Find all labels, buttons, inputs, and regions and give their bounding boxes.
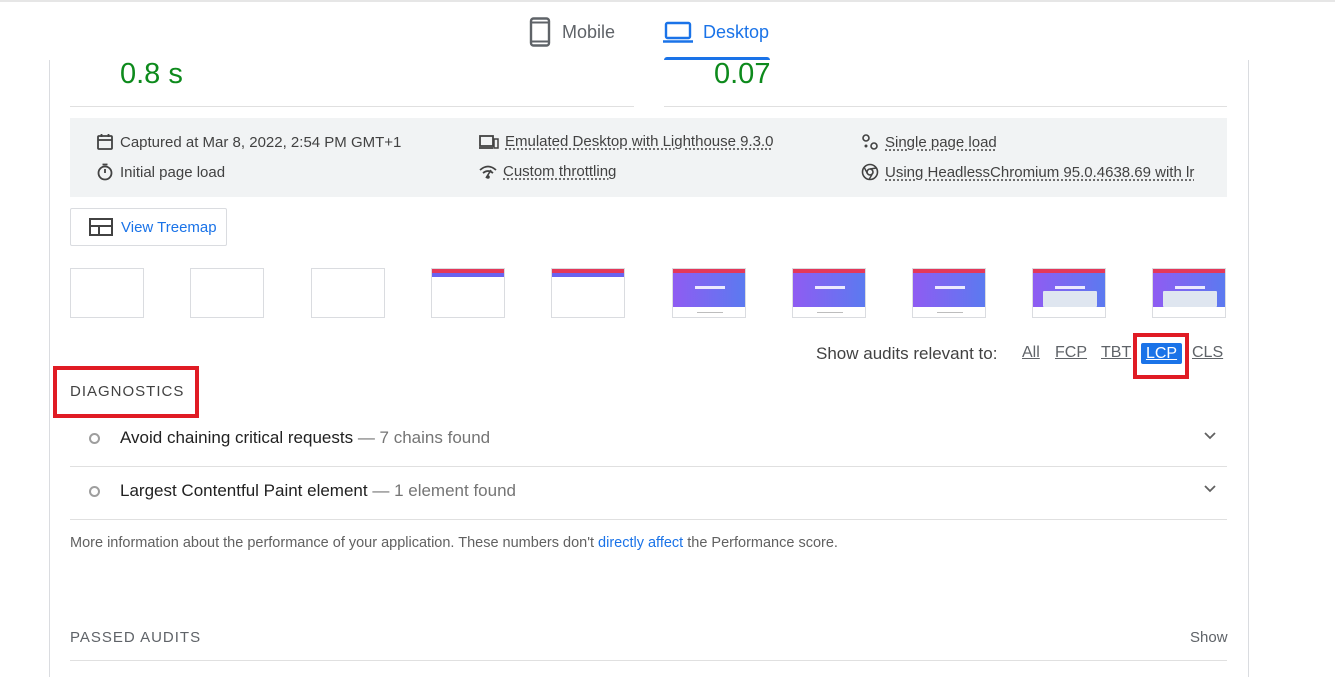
browser-version[interactable]: Using HeadlessChromium 95.0.4638.69 with… <box>861 163 1196 181</box>
directly-affect-link[interactable]: directly affect <box>598 535 683 551</box>
chevron-down-icon <box>1204 485 1216 493</box>
informative-circle-icon <box>89 486 100 497</box>
filmstrip-frame <box>70 268 144 318</box>
tab-desktop[interactable]: Desktop <box>663 16 769 48</box>
runtime-settings: Captured at Mar 8, 2022, 2:54 PM GMT+1 I… <box>70 118 1227 197</box>
filmstrip-frame <box>672 268 746 318</box>
filmstrip-frame <box>912 268 986 318</box>
audit-largest-contentful-paint-element[interactable]: Largest Contentful Paint element — 1 ele… <box>70 467 1227 519</box>
emulated-device[interactable]: Emulated Desktop with Lighthouse 9.3.0 <box>479 133 774 150</box>
report-right-edge <box>1248 60 1249 677</box>
captured-at: Captured at Mar 8, 2022, 2:54 PM GMT+1 <box>96 133 401 151</box>
chevron-down-icon <box>1204 432 1216 440</box>
audit-title-text: Largest Contentful Paint element <box>120 481 368 500</box>
filter-fcp[interactable]: FCP <box>1055 344 1087 362</box>
treemap-icon <box>89 218 113 236</box>
filmstrip-frame <box>551 268 625 318</box>
audit-title: Largest Contentful Paint element — 1 ele… <box>120 481 516 501</box>
captured-at-text: Captured at Mar 8, 2022, 2:54 PM GMT+1 <box>120 133 402 151</box>
laptop-icon <box>663 21 693 43</box>
tab-mobile-label: Mobile <box>562 21 616 42</box>
description-text-end: the Performance score. <box>683 535 838 551</box>
single-page-load[interactable]: Single page load <box>861 133 997 151</box>
audit-critical-request-chains[interactable]: Avoid chaining critical requests — 7 cha… <box>70 414 1227 466</box>
lcp-highlight-box <box>1133 333 1189 379</box>
description-text: More information about the performance o… <box>70 535 599 551</box>
show-passed-audits-button[interactable]: Show <box>1190 629 1228 646</box>
filter-cls[interactable]: CLS <box>1192 344 1223 362</box>
view-treemap-button[interactable]: View Treemap <box>70 208 227 246</box>
top-border <box>0 0 1335 2</box>
timer-icon <box>97 163 113 181</box>
filter-all[interactable]: All <box>1022 344 1040 362</box>
filmstrip-frame <box>1032 268 1106 318</box>
audit-filter-label: Show audits relevant to: <box>816 344 998 363</box>
initial-page-load: Initial page load <box>96 163 225 181</box>
wifi-icon <box>479 165 497 179</box>
filmstrip-frame <box>792 268 866 318</box>
single-page-load-text: Single page load <box>885 133 997 151</box>
smartphone-icon <box>529 17 551 47</box>
audit-display-value: — 1 element found <box>372 481 516 500</box>
audit-display-value: — 7 chains found <box>357 428 491 447</box>
filter-tbt[interactable]: TBT <box>1101 344 1131 362</box>
informative-circle-icon <box>89 433 100 444</box>
filmstrip-frame <box>431 268 505 318</box>
audit-title-text: Avoid chaining critical requests <box>120 428 354 447</box>
metric-value-left: 0.8 s <box>120 58 183 90</box>
audit-divider <box>70 519 1227 520</box>
metric-value-right: 0.07 <box>714 58 771 90</box>
session-icon <box>862 134 878 150</box>
audit-title: Avoid chaining critical requests — 7 cha… <box>120 428 490 448</box>
custom-throttling-text: Custom throttling <box>503 163 617 180</box>
filmstrip-frame <box>190 268 264 318</box>
view-treemap-label: View Treemap <box>121 218 217 236</box>
passed-audits-heading: PASSED AUDITS <box>70 629 202 646</box>
metric-divider <box>664 106 1227 107</box>
filmstrip-frame <box>1152 268 1226 318</box>
chrome-icon <box>861 163 879 181</box>
passed-audits-divider <box>70 660 1227 661</box>
report-left-edge <box>49 60 50 677</box>
diagnostics-heading: DIAGNOSTICS <box>70 383 185 400</box>
custom-throttling[interactable]: Custom throttling <box>479 163 616 180</box>
browser-version-text: Using HeadlessChromium 95.0.4638.69 with… <box>885 163 1195 181</box>
calendar-icon <box>97 134 113 150</box>
metric-divider <box>70 106 634 107</box>
emulated-device-text: Emulated Desktop with Lighthouse 9.3.0 <box>505 133 774 150</box>
diagnostics-description: More information about the performance o… <box>70 535 838 551</box>
filmstrip-frame <box>311 268 385 318</box>
initial-page-load-text: Initial page load <box>120 163 226 181</box>
tab-mobile[interactable]: Mobile <box>528 16 615 48</box>
tab-desktop-label: Desktop <box>703 21 770 42</box>
devices-icon <box>479 134 499 149</box>
